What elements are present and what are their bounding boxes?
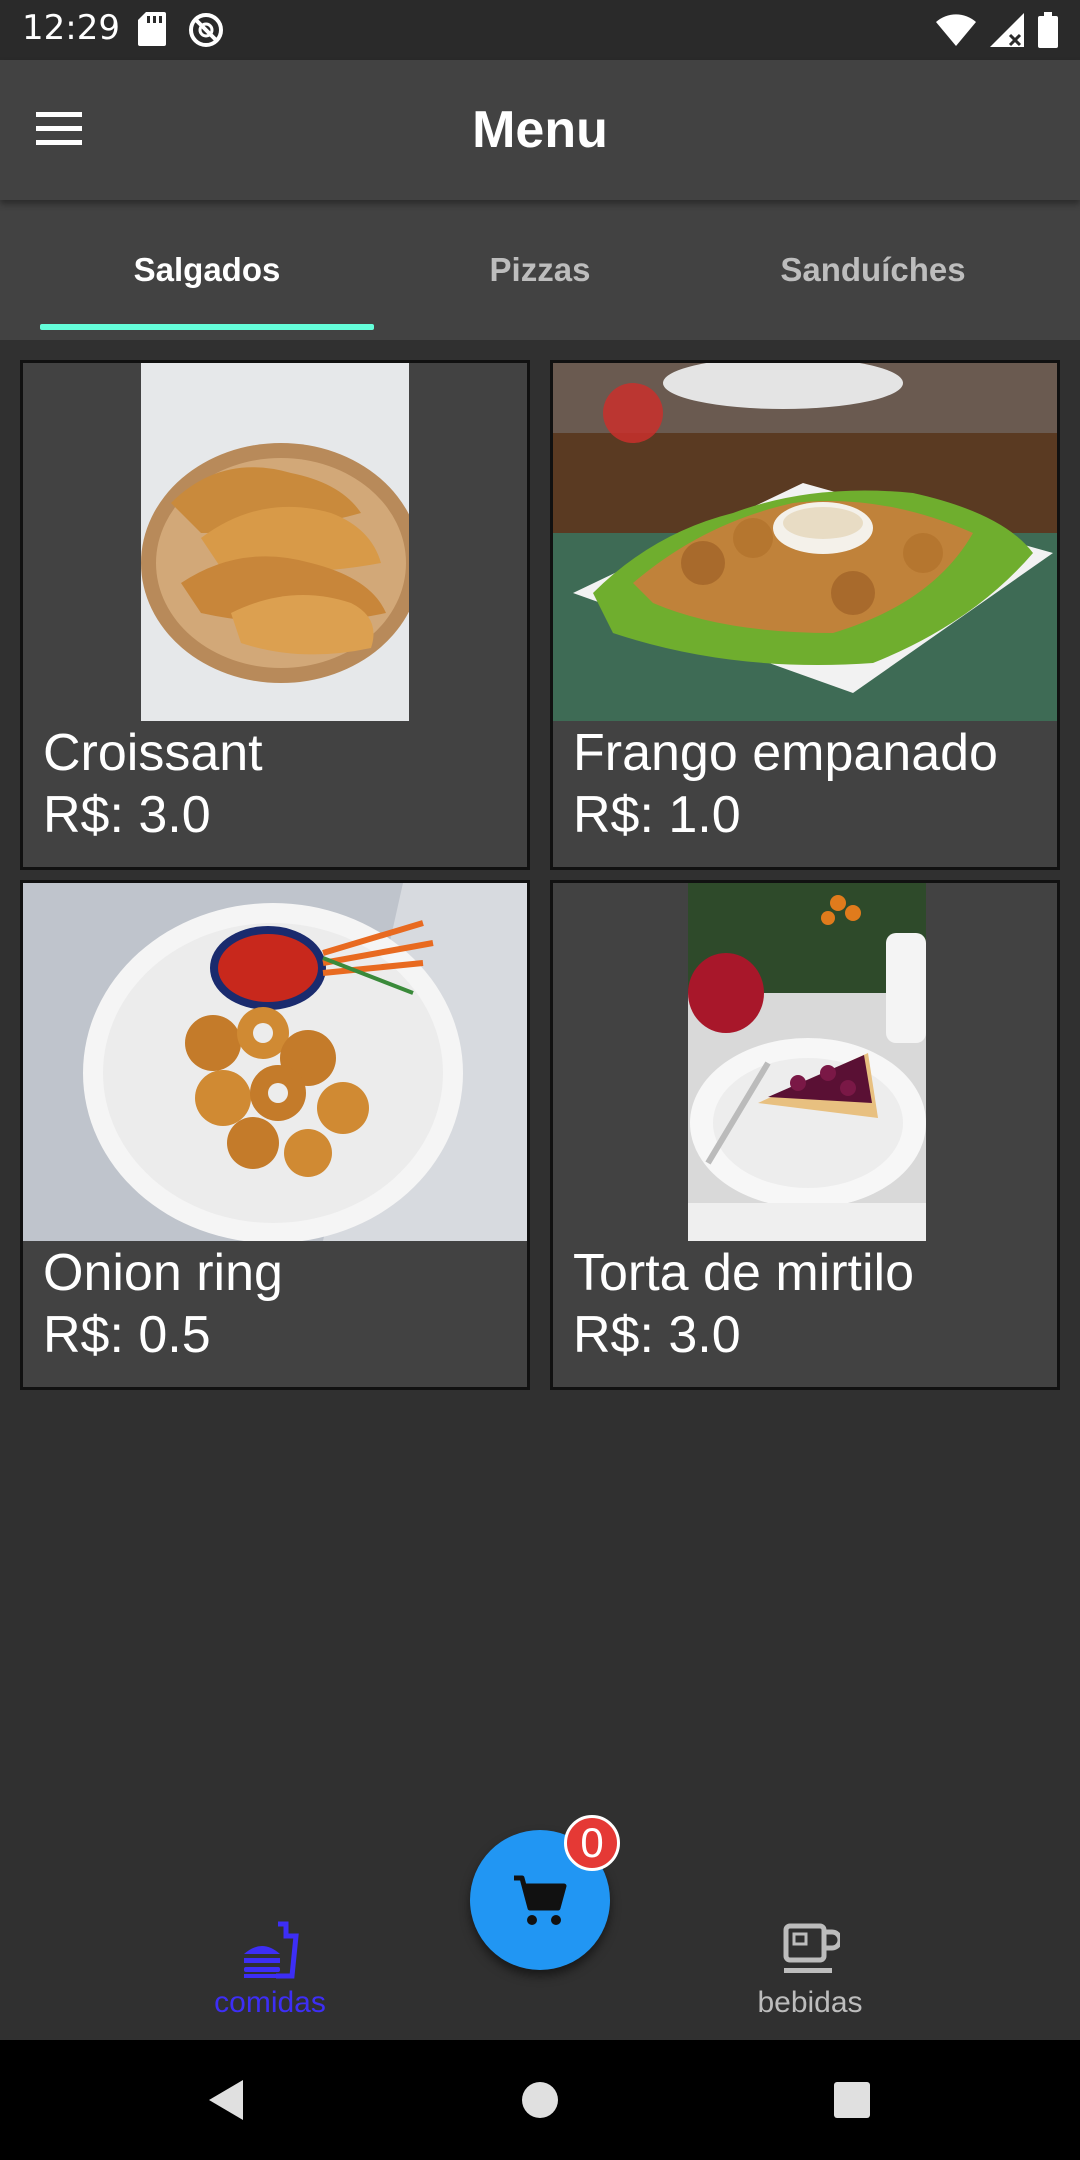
nav-item-bebidas[interactable]: bebidas bbox=[680, 1920, 940, 2040]
product-name: Frango empanado bbox=[573, 724, 998, 782]
fastfood-icon bbox=[244, 1921, 299, 1979]
shopping-cart-icon bbox=[514, 1875, 567, 1925]
product-price: R$: 0.5 bbox=[43, 1306, 211, 1364]
back-icon[interactable] bbox=[205, 2078, 245, 2122]
product-image-onion-ring bbox=[23, 883, 527, 1241]
nav-item-comidas[interactable]: comidas bbox=[140, 1920, 400, 2040]
system-navigation-bar bbox=[0, 2040, 1080, 2160]
tab-sanduiches[interactable]: Sanduíches bbox=[706, 200, 1040, 340]
product-image-croissant bbox=[141, 363, 409, 721]
nav-label-comidas: comidas bbox=[214, 1986, 326, 2019]
product-name: Onion ring bbox=[43, 1244, 283, 1302]
product-card[interactable]: Frango empanado R$: 1.0 bbox=[550, 360, 1060, 870]
product-price: R$: 1.0 bbox=[573, 786, 741, 844]
sd-card-icon bbox=[138, 12, 166, 52]
no-sync-icon bbox=[188, 12, 224, 52]
status-time: 12:29 bbox=[22, 8, 120, 48]
product-card[interactable]: Croissant R$: 3.0 bbox=[20, 360, 530, 870]
tab-salgados[interactable]: Salgados bbox=[40, 200, 374, 340]
product-card[interactable]: Torta de mirtilo R$: 3.0 bbox=[550, 880, 1060, 1390]
category-tabs: Salgados Pizzas Sanduíches bbox=[0, 200, 1080, 340]
cart-count-badge: 0 bbox=[564, 1815, 620, 1871]
signal-icon bbox=[990, 13, 1024, 51]
product-image-frango-empanado bbox=[553, 363, 1057, 721]
page-title: Menu bbox=[472, 101, 608, 159]
coffee-icon bbox=[783, 1923, 840, 1973]
app-bar: Menu bbox=[0, 60, 1080, 200]
tab-indicator bbox=[40, 324, 374, 330]
product-price: R$: 3.0 bbox=[573, 1306, 741, 1364]
product-card[interactable]: Onion ring R$: 0.5 bbox=[20, 880, 530, 1390]
nav-label-bebidas: bebidas bbox=[757, 1986, 863, 2019]
home-icon[interactable] bbox=[520, 2080, 560, 2120]
recents-icon[interactable] bbox=[832, 2080, 872, 2120]
battery-icon bbox=[1038, 12, 1058, 52]
tab-pizzas[interactable]: Pizzas bbox=[373, 200, 707, 340]
product-image-torta-de-mirtilo bbox=[688, 883, 926, 1241]
status-bar: 12:29 bbox=[0, 0, 1080, 60]
product-price: R$: 3.0 bbox=[43, 786, 211, 844]
product-name: Croissant bbox=[43, 724, 263, 782]
wifi-icon bbox=[936, 14, 976, 50]
product-name: Torta de mirtilo bbox=[573, 1244, 914, 1302]
